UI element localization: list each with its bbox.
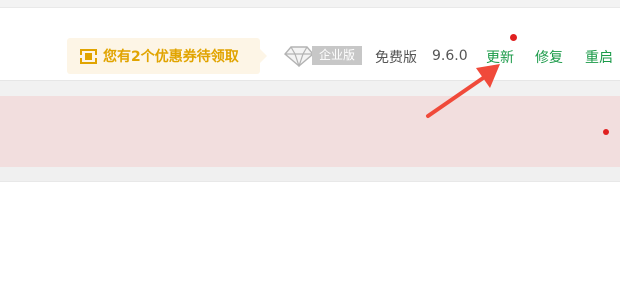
header-bar: 您有2个优惠券待领取 企业版 免费版 9.6.0 更新 修复 重启: [0, 8, 620, 81]
coupon-text: 您有2个优惠券待领取: [103, 49, 239, 65]
annotation-arrow-icon: [426, 64, 500, 118]
gap-strip: [0, 81, 620, 96]
lower-strip: [0, 167, 620, 182]
alert-band: [0, 96, 620, 167]
coupon-banner[interactable]: 您有2个优惠券待领取: [67, 38, 267, 74]
edition-badge[interactable]: 企业版: [312, 46, 362, 65]
free-edition-label: 免费版: [375, 50, 417, 66]
coupon-icon: [80, 48, 97, 64]
repair-link[interactable]: 修复: [535, 47, 563, 67]
restart-link[interactable]: 重启: [585, 47, 613, 67]
content-area: [0, 182, 620, 281]
top-strip: [0, 0, 620, 8]
diamond-icon: [284, 46, 314, 67]
update-notification-dot: [510, 34, 517, 41]
alert-notification-dot: [603, 129, 609, 135]
